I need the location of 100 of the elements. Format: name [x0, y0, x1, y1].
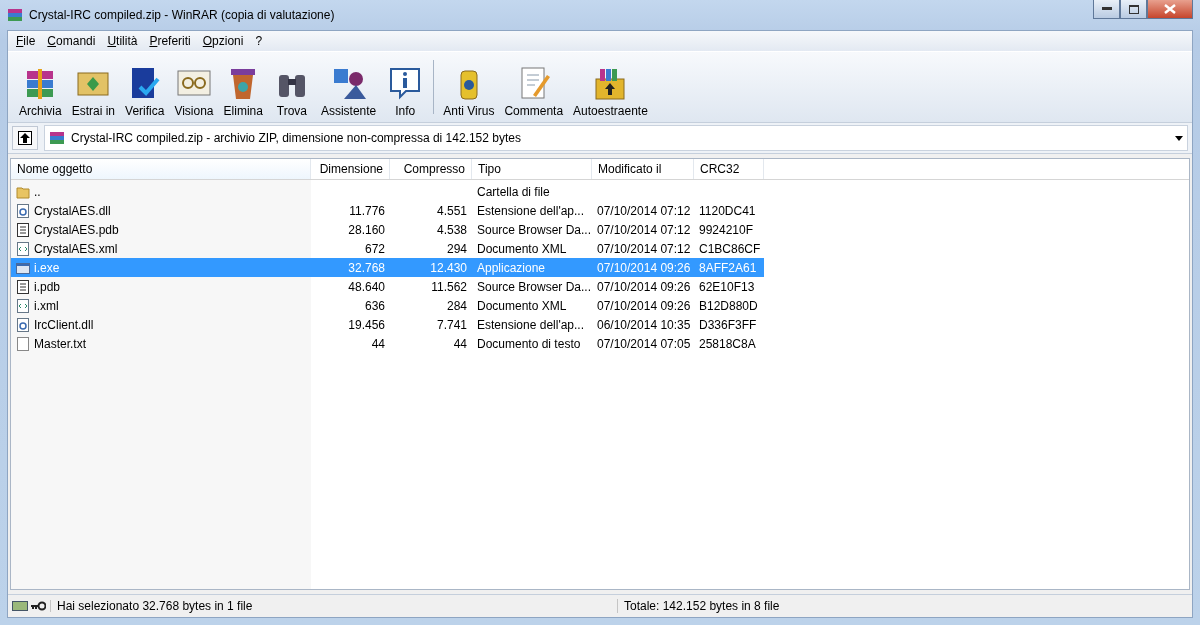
file-row[interactable]: i.xml 636 284 Documento XML 07/10/2014 09:26 B12D880D [11, 296, 764, 315]
table-cell: 06/10/2014 10:35 [597, 317, 691, 332]
table-cell: 07/10/2014 09:26 [597, 260, 691, 275]
folder-icon [16, 184, 30, 199]
table-cell: Estensione dell'ap... [477, 203, 585, 218]
toolbar-button[interactable]: Elimina [218, 63, 268, 118]
table-cell: 19.456 [348, 317, 385, 332]
table-cell: 1120DC41 [699, 203, 756, 218]
table-cell: 672 [364, 241, 385, 256]
address-field[interactable]: Crystal-IRC compiled.zip - archivio ZIP, dimensione non-compressa di 142.152 bytes [44, 125, 1188, 151]
table-cell: 25818C8A [699, 336, 756, 351]
table-cell: 07/10/2014 07:12 [597, 222, 691, 237]
close-icon [1164, 4, 1176, 14]
column-header[interactable]: Nome oggetto [11, 159, 311, 179]
maximize-button[interactable] [1120, 0, 1147, 19]
menu-item[interactable]: File [10, 34, 42, 48]
file-name: Master.txt [34, 336, 86, 351]
table-cell: 07/10/2014 09:26 [597, 279, 691, 294]
table-cell: Source Browser Da... [477, 222, 592, 237]
table-cell: 48.640 [348, 279, 385, 294]
toolbar-button[interactable]: Archivia [14, 63, 67, 118]
status-text: Hai selezionato 32.768 bytes in 1 file [56, 599, 254, 613]
table-cell: 284 [446, 298, 467, 313]
table-cell: Estensione dell'ap... [477, 317, 585, 332]
table-cell: 294 [446, 241, 467, 256]
table-cell: 7.741 [436, 317, 467, 332]
minimize-button[interactable] [1093, 0, 1120, 19]
menu-item[interactable]: ? [249, 34, 269, 48]
table-cell: C1BC86CF [699, 241, 761, 256]
xml-file-icon [16, 298, 30, 313]
file-row[interactable]: CrystalAES.pdb 28.160 4.538 Source Browser Da... 07/10/2014 07:12 9924210F [11, 220, 764, 239]
table-cell: Documento XML [477, 241, 567, 256]
file-row[interactable]: CrystalAES.dll 11.776 4.551 Estensione dell'ap... 07/10/2014 07:12 1120DC41 [11, 201, 764, 220]
xml-file-icon [16, 241, 30, 256]
minimize-icon [1101, 7, 1112, 11]
window-icon [16, 260, 30, 275]
table-cell: 636 [364, 298, 385, 313]
table-cell: 4.538 [436, 222, 467, 237]
table-cell: 07/10/2014 07:05 [597, 336, 691, 351]
table-cell: Cartella di file [477, 184, 550, 199]
file-name: IrcClient.dll [34, 317, 94, 332]
table-cell: D336F3FF [699, 317, 757, 332]
books-icon [49, 130, 65, 146]
table-cell: 28.160 [348, 222, 385, 237]
file-row[interactable]: .. Cartella di file [11, 182, 764, 201]
close-button[interactable] [1147, 0, 1193, 19]
toolbar-button[interactable]: Visiona [169, 63, 219, 118]
toolbar-button[interactable]: Commenta [499, 63, 569, 118]
maximize-icon [1128, 4, 1139, 14]
toolbar-button[interactable]: Assistente [315, 63, 382, 118]
window-title: Crystal-IRC compiled.zip - WinRAR (copia di valutazione) [29, 8, 336, 22]
file-name: i.xml [34, 298, 59, 313]
table-cell: 12.430 [430, 260, 467, 275]
file-row[interactable]: IrcClient.dll 19.456 7.741 Estensione dell'ap... 06/10/2014 10:35 D336F3FF [11, 315, 764, 334]
text-file-icon [16, 222, 30, 237]
file-name: CrystalAES.xml [34, 241, 118, 256]
file-row[interactable]: Master.txt 44 44 Documento di testo 07/10/2014 07:05 25818C8A [11, 334, 764, 353]
toolbar-button[interactable]: Trova [267, 63, 316, 118]
table-cell: 4.551 [436, 203, 467, 218]
table-cell: 11.562 [431, 279, 467, 294]
table-cell: B12D880D [699, 298, 758, 313]
file-name: CrystalAES.dll [34, 203, 111, 218]
up-folder-button[interactable] [12, 126, 38, 150]
file-name: i.pdb [34, 279, 61, 294]
dropdown-caret-icon [1175, 135, 1183, 141]
file-name: i.exe [34, 260, 60, 275]
drive-icon [12, 600, 28, 612]
table-cell: 07/10/2014 07:12 [597, 203, 691, 218]
file-row[interactable]: CrystalAES.xml 672 294 Documento XML 07/10/2014 07:12 C1BC86CF [11, 239, 764, 258]
table-cell: Documento XML [477, 298, 567, 313]
text-file-icon [16, 279, 30, 294]
menu-item[interactable]: Comandi [41, 34, 102, 48]
up-arrow-icon [18, 131, 32, 145]
blank-file-icon [16, 336, 30, 351]
status-total: Totale: 142.152 bytes in 8 file [617, 599, 1192, 613]
menu-item[interactable]: Opzioni [196, 34, 250, 48]
table-cell: 8AFF2A61 [699, 260, 757, 275]
table-cell: 07/10/2014 09:26 [597, 298, 691, 313]
table-cell: 32.768 [348, 260, 385, 275]
file-name: CrystalAES.pdb [34, 222, 119, 237]
toolbar-button[interactable]: Verifica [120, 63, 170, 118]
menu-item[interactable]: Utilità [101, 34, 144, 48]
table-cell: 07/10/2014 07:12 [597, 241, 691, 256]
table-cell: 44 [453, 336, 467, 351]
table-cell: Applicazione [477, 260, 546, 275]
file-name: .. [34, 184, 41, 199]
toolbar-button[interactable]: Estrai in [66, 63, 121, 118]
table-cell: Documento di testo [477, 336, 581, 351]
key-icon [30, 600, 46, 612]
toolbar-button[interactable]: Autoestraente [568, 63, 653, 118]
table-cell: 44 [371, 336, 385, 351]
table-cell: 62E10F13 [699, 279, 755, 294]
file-row[interactable]: i.pdb 48.640 11.562 Source Browser Da... 07/10/2014 09:26 62E10F13 [11, 277, 764, 296]
table-cell: 9924210F [699, 222, 754, 237]
menu-item[interactable]: Preferiti [143, 34, 197, 48]
toolbar-button[interactable]: Info [381, 63, 430, 118]
toolbar-button[interactable]: Anti Virus [438, 63, 500, 118]
books-icon [7, 7, 23, 23]
table-cell: Source Browser Da... [477, 279, 592, 294]
table-cell: 11.776 [349, 203, 385, 218]
